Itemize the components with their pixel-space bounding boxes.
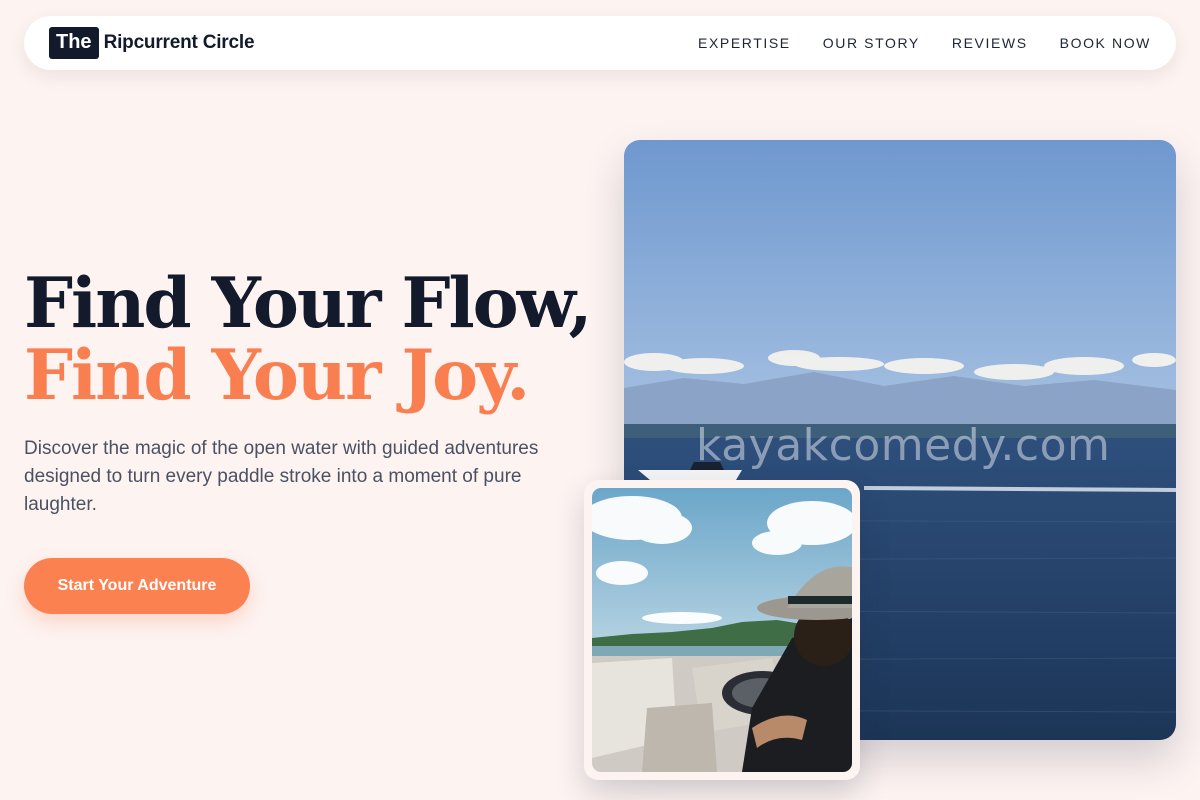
brand-badge: The <box>49 27 99 59</box>
main-nav: EXPERTISE OUR STORY REVIEWS BOOK NOW <box>698 35 1151 51</box>
pontoon-driver-image <box>592 488 852 772</box>
inset-boat-image <box>592 488 852 772</box>
nav-link-reviews[interactable]: REVIEWS <box>952 35 1028 51</box>
inset-image-frame <box>584 480 860 780</box>
top-navbar: The Ripcurrent Circle EXPERTISE OUR STOR… <box>24 16 1176 70</box>
hero-description: Discover the magic of the open water wit… <box>24 438 539 515</box>
image-watermark: kayakcomedy.com <box>696 420 1111 471</box>
hero-title-line-1: Find Your Flow, <box>24 263 592 344</box>
nav-link-expertise[interactable]: EXPERTISE <box>698 35 791 51</box>
hero-title: Find Your Flow, Find Your Joy. <box>24 263 592 416</box>
start-adventure-button[interactable]: Start Your Adventure <box>24 558 250 614</box>
nav-link-book-now[interactable]: BOOK NOW <box>1060 35 1151 51</box>
brand-logo[interactable]: The Ripcurrent Circle <box>49 27 255 59</box>
hero-title-line-2: Find Your Joy. <box>24 335 530 416</box>
nav-link-our-story[interactable]: OUR STORY <box>823 35 920 51</box>
brand-name: Ripcurrent Circle <box>103 32 255 53</box>
